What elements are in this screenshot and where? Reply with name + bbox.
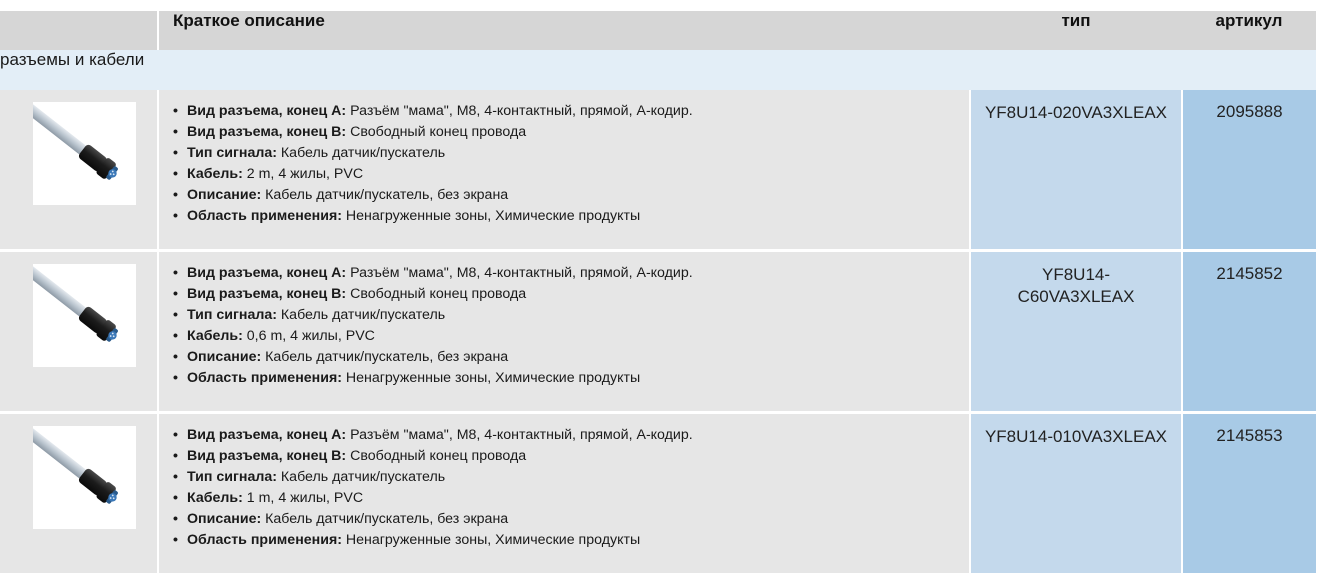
spec-item: Кабель: 1 m, 4 жилы, PVC <box>173 488 969 509</box>
spec-label: Тип сигнала: <box>187 469 277 485</box>
spec-item: Описание: Кабель датчик/пускатель, без э… <box>173 347 969 368</box>
product-image[interactable] <box>33 264 136 367</box>
spec-value: Разъём "мама", M8, 4-контактный, прямой,… <box>346 265 693 281</box>
spec-item: Тип сигнала: Кабель датчик/пускатель <box>173 467 969 488</box>
spec-value: Кабель датчик/пускатель <box>276 145 446 161</box>
header-description: Краткое описание <box>158 11 970 50</box>
table-row: Вид разъема, конец A: Разъём "мама", M8,… <box>0 412 1316 576</box>
spec-label: Вид разъема, конец B: <box>187 448 347 464</box>
product-type[interactable]: YF8U14- <box>971 264 1181 286</box>
spec-value: 1 m, 4 жилы, PVC <box>242 490 364 506</box>
m8-female-cable-icon <box>33 426 118 504</box>
spec-label: Вид разъема, конец B: <box>187 124 347 140</box>
product-table-page: Краткое описание тип артикул разъемы и к… <box>0 0 1319 576</box>
spec-item: Кабель: 2 m, 4 жилы, PVC <box>173 164 969 185</box>
product-type[interactable]: YF8U14-020VA3XLEAX <box>971 102 1181 124</box>
spec-value: 2 m, 4 жилы, PVC <box>242 166 364 182</box>
product-article[interactable]: 2095888 <box>1183 102 1316 122</box>
spec-value: Ненагруженные зоны, Химические продукты <box>341 370 641 386</box>
spec-item: Область применения: Ненагруженные зоны, … <box>173 206 969 227</box>
product-type-continued: C60VA3XLEAX <box>1017 287 1135 306</box>
spec-label: Описание: <box>187 511 262 527</box>
spec-list: Вид разъема, конец A: Разъём "мама", M8,… <box>159 414 969 551</box>
spec-item: Вид разъема, конец B: Свободный конец пр… <box>173 122 969 143</box>
spec-value: Кабель датчик/пускатель <box>276 469 446 485</box>
product-description-cell: Вид разъема, конец A: Разъём "мама", M8,… <box>158 90 970 252</box>
product-article[interactable]: 2145852 <box>1183 264 1316 284</box>
spec-label: Вид разъема, конец B: <box>187 286 347 302</box>
spec-label: Описание: <box>187 187 262 203</box>
product-image-cell <box>0 90 159 252</box>
header-image-cell <box>0 11 159 50</box>
product-image-cell <box>0 250 159 414</box>
table-row: Вид разъема, конец A: Разъём "мама", M8,… <box>0 90 1316 252</box>
table-row: Вид разъема, конец A: Разъём "мама", M8,… <box>0 250 1316 414</box>
spec-label: Тип сигнала: <box>187 145 277 161</box>
spec-item: Область применения: Ненагруженные зоны, … <box>173 530 969 551</box>
header-type: тип <box>970 11 1182 50</box>
product-type-cell: YF8U14- C60VA3XLEAX <box>969 250 1182 414</box>
spec-label: Вид разъема, конец A: <box>187 103 347 119</box>
product-article[interactable]: 2145853 <box>1183 426 1316 446</box>
spec-item: Описание: Кабель датчик/пускатель, без э… <box>173 509 969 530</box>
spec-item: Тип сигнала: Кабель датчик/пускатель <box>173 143 969 164</box>
spec-label: Область применения: <box>187 208 342 224</box>
spec-label: Описание: <box>187 349 262 365</box>
spec-label: Кабель: <box>187 328 243 344</box>
spec-item: Вид разъема, конец B: Свободный конец пр… <box>173 284 969 305</box>
header-article: артикул <box>1182 11 1316 50</box>
product-image[interactable] <box>33 426 136 529</box>
product-type-cell: YF8U14-010VA3XLEAX <box>969 412 1182 576</box>
product-type-cell: YF8U14-020VA3XLEAX <box>969 90 1182 252</box>
product-description-cell: Вид разъема, конец A: Разъём "мама", M8,… <box>158 250 970 414</box>
spec-item: Кабель: 0,6 m, 4 жилы, PVC <box>173 326 969 347</box>
spec-list: Вид разъема, конец A: Разъём "мама", M8,… <box>159 252 969 389</box>
spec-value: Свободный конец провода <box>346 448 527 464</box>
product-article-cell: 2145853 <box>1181 412 1316 576</box>
spec-label: Вид разъема, конец A: <box>187 427 347 443</box>
spec-label: Кабель: <box>187 166 243 182</box>
spec-item: Вид разъема, конец A: Разъём "мама", M8,… <box>173 263 969 284</box>
spec-value: Свободный конец провода <box>346 286 527 302</box>
spec-value: Кабель датчик/пускатель, без экрана <box>261 511 509 527</box>
spec-label: Вид разъема, конец A: <box>187 265 347 281</box>
product-description-cell: Вид разъема, конец A: Разъём "мама", M8,… <box>158 412 970 576</box>
group-title: разъемы и кабели <box>0 50 1316 90</box>
spec-value: Кабель датчик/пускатель, без экрана <box>261 349 509 365</box>
product-image-cell <box>0 412 159 576</box>
table-header-row: Краткое описание тип артикул <box>0 11 1316 50</box>
spec-item: Вид разъема, конец B: Свободный конец пр… <box>173 446 969 467</box>
spec-value: Разъём "мама", M8, 4-контактный, прямой,… <box>346 103 693 119</box>
spec-value: Разъём "мама", M8, 4-контактный, прямой,… <box>346 427 693 443</box>
spec-list: Вид разъема, конец A: Разъём "мама", M8,… <box>159 90 969 227</box>
spec-label: Область применения: <box>187 370 342 386</box>
product-table: Краткое описание тип артикул разъемы и к… <box>0 11 1316 576</box>
product-type[interactable]: YF8U14-010VA3XLEAX <box>971 426 1181 448</box>
product-image[interactable] <box>33 102 136 205</box>
spec-item: Область применения: Ненагруженные зоны, … <box>173 368 969 389</box>
spec-item: Вид разъема, конец A: Разъём "мама", M8,… <box>173 101 969 122</box>
m8-female-cable-icon <box>33 264 118 342</box>
spec-value: Кабель датчик/пускатель <box>276 307 446 323</box>
spec-label: Кабель: <box>187 490 243 506</box>
product-article-cell: 2095888 <box>1181 90 1316 252</box>
spec-item: Тип сигнала: Кабель датчик/пускатель <box>173 305 969 326</box>
spec-value: 0,6 m, 4 жилы, PVC <box>242 328 375 344</box>
spec-item: Описание: Кабель датчик/пускатель, без э… <box>173 185 969 206</box>
m8-female-cable-icon <box>33 102 118 180</box>
spec-value: Ненагруженные зоны, Химические продукты <box>341 208 641 224</box>
spec-value: Свободный конец провода <box>346 124 527 140</box>
spec-label: Тип сигнала: <box>187 307 277 323</box>
spec-item: Вид разъема, конец A: Разъём "мама", M8,… <box>173 425 969 446</box>
spec-value: Кабель датчик/пускатель, без экрана <box>261 187 509 203</box>
product-article-cell: 2145852 <box>1181 250 1316 414</box>
group-row: разъемы и кабели <box>0 50 1316 90</box>
